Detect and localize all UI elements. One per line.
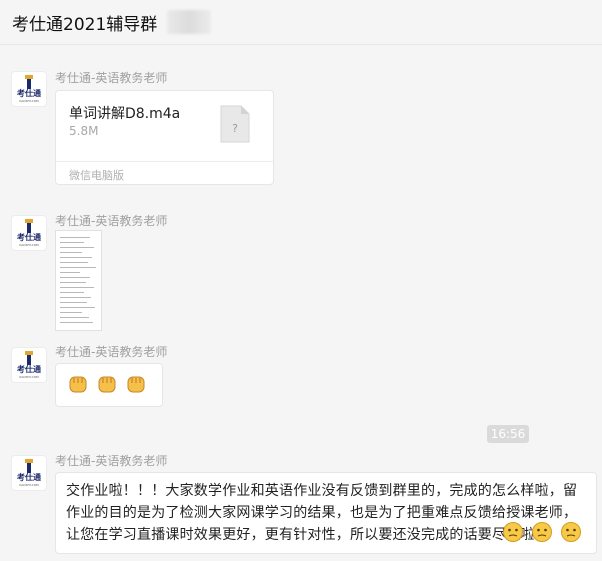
fist-icon [127,376,145,393]
blurred-member-count [167,10,211,34]
fist-icon [69,376,87,393]
avatar[interactable]: 考仕通 KAOSHI.COM [12,456,46,490]
chat-header: 考仕通2021辅导群 [0,0,602,45]
file-size: 5.8M [69,124,99,138]
logo-subtext: KAOSHI.COM [19,99,39,103]
avatar[interactable]: 考仕通 KAOSHI.COM [12,72,46,106]
text-message[interactable]: 交作业啦！！！大家数学作业和英语作业没有反馈到群里的，完成的怎么样啦，留作业的目… [55,472,597,554]
svg-text:?: ? [232,122,238,135]
thinking-face-icon [561,522,581,542]
image-thumbnail[interactable] [55,230,102,331]
logo-icon [25,351,33,365]
file-source: 微信电脑版 [69,169,124,182]
file-message[interactable]: 单词讲解D8.m4a 5.8M ? 微信电脑版 [55,90,274,185]
emoji-message[interactable] [55,363,163,407]
sender-name: 考仕通-英语教务老师 [55,214,168,228]
logo-text: 考仕通 [17,473,41,482]
sender-name: 考仕通-英语教务老师 [55,71,168,85]
timestamp: 16:56 [487,425,529,443]
logo-text: 考仕通 [17,365,41,374]
divider [56,161,273,162]
logo-text: 考仕通 [17,233,41,242]
file-name: 单词讲解D8.m4a [69,106,181,122]
logo-subtext: KAOSHI.COM [19,375,39,379]
sender-name: 考仕通-英语教务老师 [55,454,168,468]
logo-text: 考仕通 [17,89,41,98]
unknown-file-icon: ? [220,105,250,143]
logo-subtext: KAOSHI.COM [19,483,39,487]
fist-icon [98,376,116,393]
logo-icon [25,459,33,473]
thinking-face-icon [503,522,523,542]
chat-title: 考仕通2021辅导群 [12,15,158,35]
avatar[interactable]: 考仕通 KAOSHI.COM [12,216,46,250]
logo-subtext: KAOSHI.COM [19,243,39,247]
logo-icon [25,219,33,233]
sender-name: 考仕通-英语教务老师 [55,345,168,359]
thinking-face-icon [532,522,552,542]
logo-icon [25,75,33,89]
avatar[interactable]: 考仕通 KAOSHI.COM [12,348,46,382]
